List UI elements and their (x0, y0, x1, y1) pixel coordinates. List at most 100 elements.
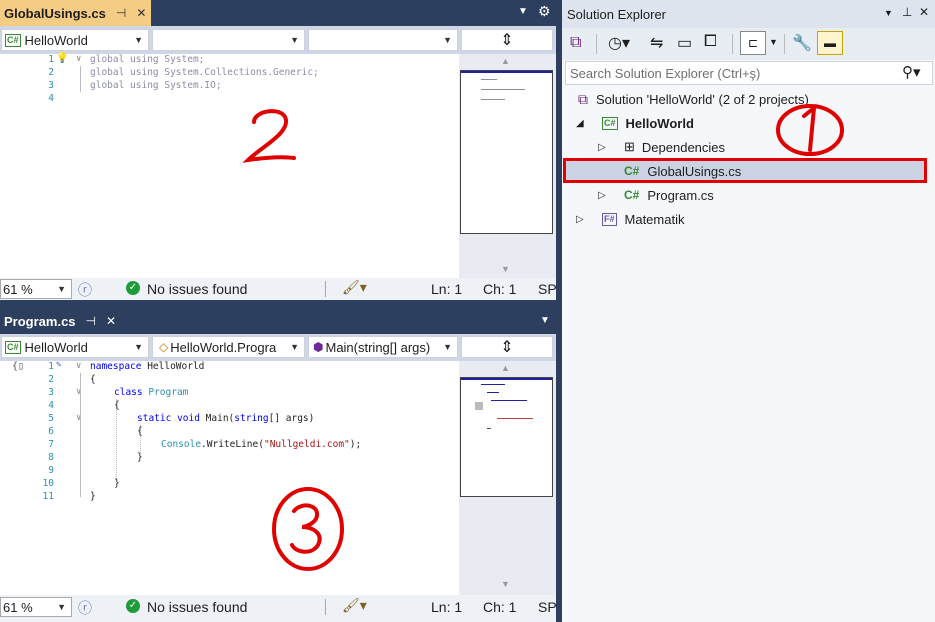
pin-icon[interactable]: ⊣ (86, 314, 96, 328)
type-combo[interactable]: ◇ HelloWorld.Progra ▼ (152, 336, 305, 358)
line-number: 2 (48, 374, 54, 385)
line-number: 3 (48, 80, 54, 91)
collapsed-triangle-icon[interactable]: ▷ (576, 214, 590, 225)
project-combo[interactable]: C# HelloWorld ▼ (1, 29, 149, 51)
tree-item-dependencies[interactable]: ▷ ⊞ Dependencies (598, 136, 725, 158)
scroll-down-icon[interactable]: ▼ (501, 579, 510, 589)
csharp-project-icon: C# (602, 116, 618, 130)
close-icon[interactable]: ✕ (106, 314, 116, 328)
chevron-down-icon: ▼ (290, 35, 299, 45)
code-line-2: global using System.Collections.Generic; (90, 67, 319, 78)
type-combo-label: HelloWorld.Progra (170, 339, 277, 355)
gear-icon[interactable]: ⚙ (538, 3, 551, 20)
panel-menu-icon[interactable]: ▼ (884, 8, 893, 18)
csharp-project-icon: C# (5, 33, 21, 47)
expanded-triangle-icon[interactable]: ◢ (576, 118, 590, 129)
line-indicator[interactable]: Ln: 1 (431, 599, 462, 615)
issues-text[interactable]: No issues found (147, 599, 247, 615)
close-icon[interactable]: ✕ (919, 5, 929, 19)
tree-view-icon[interactable]: ⊏ (740, 31, 766, 55)
indent-guide (116, 399, 117, 479)
cleanup-brush-icon[interactable]: 🖌▾ (342, 597, 367, 614)
collapse-icon[interactable]: ∨ (76, 361, 81, 371)
collapse-all-icon[interactable]: ▭ (677, 33, 692, 53)
intellicode-icon[interactable]: ⓡ (78, 280, 92, 300)
tree-item-project-helloworld[interactable]: ◢ C# HelloWorld (576, 112, 694, 134)
properties-wrench-icon[interactable]: 🔧 (792, 33, 812, 53)
tab-overflow-icon[interactable]: ▼ (540, 315, 550, 326)
bottom-vertical-scrollbar[interactable]: ▲ ▼ (459, 361, 556, 595)
cleanup-brush-icon[interactable]: 🖌▾ (342, 279, 367, 296)
tab-globalusings[interactable]: GlobalUsings.cs ⊣ ✕ (0, 0, 151, 26)
chevron-down-icon: ▼ (57, 284, 66, 294)
bottom-code-editor[interactable]: {▯ 1 2 3 4 5 6 7 8 9 10 11 ✎ ∨ ∨ ∨ names… (0, 360, 459, 595)
tab-title: GlobalUsings.cs (4, 5, 106, 21)
project-combo-label: HelloWorld (24, 339, 88, 355)
top-navbar: C# HelloWorld ▼ ▼ ▼ ⇕ (0, 26, 556, 54)
panel-splitter[interactable] (556, 0, 562, 622)
spaces-indicator[interactable]: SP (538, 599, 557, 615)
chevron-down-icon[interactable]: ▼ (769, 37, 778, 47)
code-line-8: } (137, 452, 143, 463)
scroll-up-icon[interactable]: ▲ (501, 56, 510, 66)
pin-icon[interactable]: ⊣ (116, 6, 126, 20)
type-combo[interactable]: ▼ (152, 29, 305, 51)
dependencies-icon: ⊞ (624, 139, 635, 154)
intellicode-icon[interactable]: ⓡ (78, 598, 92, 618)
spaces-indicator[interactable]: SP (538, 281, 557, 297)
split-editor-button[interactable]: ⇕ (461, 336, 553, 358)
column-indicator[interactable]: Ch: 1 (483, 281, 516, 297)
code-line-5: static void Main(string[] args) (137, 413, 315, 424)
search-icon[interactable]: ⚲▾ (902, 63, 921, 81)
bottom-status-bar: 61 % ▼ ⓡ ✓ No issues found 🖌▾ Ln: 1 Ch: … (0, 595, 557, 622)
member-combo[interactable]: ⬢ Main(string[] args) ▼ (308, 336, 458, 358)
tree-item-label: Program.cs (647, 187, 714, 203)
code-minimap (460, 377, 553, 497)
zoom-combo[interactable]: 61 % ▼ (0, 597, 72, 617)
collapsed-triangle-icon[interactable]: ▷ (598, 190, 612, 201)
code-line-2: { (90, 374, 96, 385)
fold-guide (80, 373, 81, 497)
column-indicator[interactable]: Ch: 1 (483, 599, 516, 615)
top-vertical-scrollbar[interactable]: ▲ ▼ (459, 54, 556, 278)
top-code-editor[interactable]: 1 2 3 4 💡 ∨ global using System; global … (0, 53, 459, 278)
solution-explorer-panel: Solution Explorer ▼ ⊥ ✕ ⧉ ◷▾ ⇋ ▭ ⧠ ⊏ ▼ 🔧… (562, 0, 935, 622)
tab-program[interactable]: Program.cs ⊣ ✕ (0, 308, 126, 334)
member-combo[interactable]: ▼ (308, 29, 458, 51)
pin-icon[interactable]: ⊥ (902, 5, 912, 19)
sync-icon[interactable]: ⇋ (650, 33, 663, 53)
scroll-up-icon[interactable]: ▲ (501, 363, 510, 373)
vs-switch-views-icon[interactable]: ⧉ (570, 34, 581, 52)
tab-overflow-icon[interactable]: ▼ (518, 6, 528, 17)
tree-item-label: Matematik (624, 211, 685, 227)
scroll-down-icon[interactable]: ▼ (501, 264, 510, 274)
check-icon: ✓ (126, 599, 140, 613)
split-editor-button[interactable]: ⇕ (461, 29, 553, 51)
collapse-icon[interactable]: ∨ (76, 54, 81, 64)
preview-selected-icon[interactable]: ▬ (817, 31, 843, 55)
tree-item-program[interactable]: ▷ C# Program.cs (598, 184, 714, 206)
line-number: 1 (48, 361, 54, 372)
tree-item-matematik[interactable]: ▷ F# Matematik (576, 208, 684, 230)
project-combo[interactable]: C# HelloWorld ▼ (1, 336, 149, 358)
collapsed-triangle-icon[interactable]: ▷ (598, 142, 612, 153)
lightbulb-icon[interactable]: 💡 (56, 53, 68, 64)
line-indicator[interactable]: Ln: 1 (431, 281, 462, 297)
line-number: 9 (48, 465, 54, 476)
tab-title: Program.cs (4, 313, 76, 329)
show-all-files-icon[interactable]: ⧠ (704, 33, 717, 51)
zoom-combo[interactable]: 61 % ▼ (0, 279, 72, 299)
issues-text[interactable]: No issues found (147, 281, 247, 297)
chevron-down-icon: ▼ (290, 342, 299, 352)
close-icon[interactable]: ✕ (136, 6, 146, 20)
line-number: 4 (48, 93, 54, 104)
codelens-icon[interactable]: {▯ (12, 361, 24, 372)
line-number: 1 (48, 54, 54, 65)
search-box[interactable]: Search Solution Explorer (Ctrl+ş) ⚲▾ (565, 61, 933, 85)
pending-changes-icon[interactable]: ◷▾ (608, 33, 630, 53)
search-input[interactable]: Search Solution Explorer (Ctrl+ş) (570, 66, 760, 81)
top-status-bar: 61 % ▼ ⓡ ✓ No issues found 🖌▾ Ln: 1 Ch: … (0, 278, 557, 300)
code-line-10: } (114, 478, 120, 489)
check-icon: ✓ (126, 281, 140, 295)
solution-explorer-titlebar: Solution Explorer ▼ ⊥ ✕ (562, 0, 935, 28)
